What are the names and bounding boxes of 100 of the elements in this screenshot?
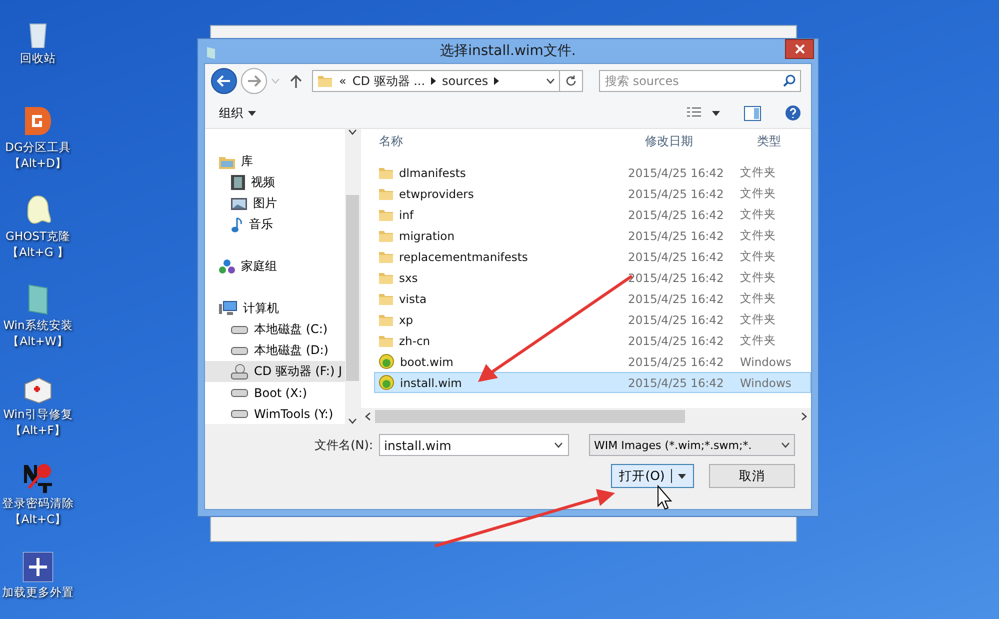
column-header[interactable]: 类型 [739,132,799,150]
file-date: 2015/4/25 16:42 [628,186,724,200]
desktop-icon-label[interactable]: 加载更多外置 [2,584,74,600]
desktop-icon-label[interactable]: Win系统安装 [3,317,73,333]
drive-icon [231,410,248,418]
forward-arrow-icon [247,75,261,87]
breadcrumb-item[interactable]: sources [442,74,488,88]
film-icon [231,175,245,190]
file-row[interactable]: replacementmanifests 2015/4/25 16:42 文件夹 [374,246,811,267]
drive-icon [231,388,248,396]
file-type: 文件夹 [740,270,776,285]
hotkey-label: 【Alt+C】 [9,511,67,527]
file-date: 2015/4/25 16:42 [628,354,724,368]
breadcrumb-item[interactable]: CD 驱动器 ... [352,72,426,90]
dropdown-chevron-icon [546,78,555,84]
open-button[interactable]: 打开(O) [611,464,694,488]
search-icon[interactable] [783,74,796,87]
nav-pane-item[interactable]: WimTools (Y:) [205,403,345,424]
desktop-icon-label[interactable]: 登录密码清除 [2,495,74,511]
hotkey-label: 【Alt+W】 [8,333,68,349]
nav-pane-item[interactable]: 库 [205,151,345,172]
chevron-right-icon [431,77,436,85]
refresh-button[interactable] [559,70,583,92]
file-type: Windows [740,354,792,368]
file-row[interactable]: zh-cn 2015/4/25 16:42 文件夹 [374,330,811,351]
expand-icon [23,552,53,582]
nav-pane-item[interactable]: 计算机 [205,298,345,319]
drive-icon [231,326,248,334]
file-name: boot.wim [400,354,454,368]
desktop-icon-label[interactable]: GHOST克隆 [6,228,70,244]
file-type: 文件夹 [740,186,776,201]
view-list-icon[interactable] [686,106,702,120]
file-row[interactable]: sxs 2015/4/25 16:42 文件夹 [374,267,811,288]
hotkey-label: 【Alt+G 】 [7,244,69,260]
file-name: install.wim [400,376,462,390]
nav-pane-item[interactable]: 音乐 [205,214,345,235]
file-type: 文件夹 [740,312,776,327]
column-header[interactable]: 名称 [361,132,627,150]
desktop-icon-label[interactable]: DG分区工具 [5,139,71,155]
file-row[interactable]: etwproviders 2015/4/25 16:42 文件夹 [374,183,811,204]
homegroup-icon [219,258,235,274]
file-name: migration [399,228,455,242]
picture-icon [231,198,247,210]
file-name: zh-cn [399,334,430,348]
file-date: 2015/4/25 16:42 [628,292,724,306]
key-logo-icon [22,461,54,493]
file-row[interactable]: install.wim 2015/4/25 16:42 Windows [374,372,811,393]
nav-pane-item[interactable]: Boot (X:) [205,382,345,403]
computer-icon [219,301,237,316]
file-name: sxs [399,270,418,284]
file-date: 2015/4/25 16:42 [628,312,724,326]
file-row[interactable]: xp 2015/4/25 16:42 文件夹 [374,309,811,330]
app-icon [206,46,216,60]
file-type: 文件夹 [740,333,776,348]
desktop-icon-label[interactable]: Win引导修复 [3,406,73,422]
nav-pane-item[interactable]: 本地磁盘 (D:) [205,340,345,361]
file-name: etwproviders [399,186,474,200]
close-icon [794,44,804,54]
nav-pane-item[interactable]: 家庭组 [205,256,345,277]
desktop-icon-label[interactable]: 回收站 [20,50,56,66]
preview-pane-icon[interactable] [744,106,761,120]
close-button[interactable] [785,39,814,59]
nav-pane-item[interactable]: 本地磁盘 (C:) [205,319,345,340]
file-date: 2015/4/25 16:42 [628,334,724,348]
organize-menu[interactable]: 组织 [215,102,260,124]
file-type-dropdown[interactable]: WIM Images (*.wim;*.swm;*. [589,434,795,456]
file-row[interactable]: inf 2015/4/25 16:42 文件夹 [374,204,811,225]
nav-pane-item[interactable]: CD 驱动器 (F:) J [205,361,345,382]
search-field[interactable]: 搜索 sources [599,70,801,92]
file-date: 2015/4/25 16:42 [628,208,724,222]
back-arrow-icon [217,75,231,87]
filename-label: 文件名(N): [314,436,373,454]
hotkey-label: 【Alt+D】 [8,155,68,171]
scroll-up-icon [348,129,357,135]
file-row[interactable]: dlmanifests 2015/4/25 16:42 文件夹 [374,162,811,183]
cancel-button[interactable]: 取消 [709,464,795,488]
address-bar[interactable]: « CD 驱动器 ... sources [312,70,560,92]
filename-field[interactable]: install.wim [379,434,569,456]
file-date: 2015/4/25 16:42 [628,250,724,264]
music-note-icon [231,216,243,232]
file-row[interactable]: migration 2015/4/25 16:42 文件夹 [374,225,811,246]
scroll-right-icon [801,412,807,420]
dropdown-chevron-icon [554,442,563,448]
file-name: vista [399,292,427,306]
nav-pane-item[interactable]: 图片 [205,193,345,214]
file-row[interactable]: boot.wim 2015/4/25 16:42 Windows [374,351,811,372]
nav-pane-item[interactable]: 视频 [205,172,345,193]
window-title: 选择install.wim文件. [440,42,576,60]
up-arrow-icon[interactable] [290,74,302,88]
file-row[interactable]: vista 2015/4/25 16:42 文件夹 [374,288,811,309]
file-type: 文件夹 [740,165,776,180]
column-header[interactable]: 修改日期 [627,132,739,150]
disk-tool-icon [23,105,53,137]
file-name: replacementmanifests [399,250,528,264]
help-icon[interactable] [785,105,801,121]
horizontal-scrollbar[interactable] [361,408,811,424]
drive-icon [231,346,248,354]
vertical-scrollbar[interactable] [345,129,360,424]
cd-drive-icon [231,364,248,380]
back-button[interactable] [211,68,237,94]
